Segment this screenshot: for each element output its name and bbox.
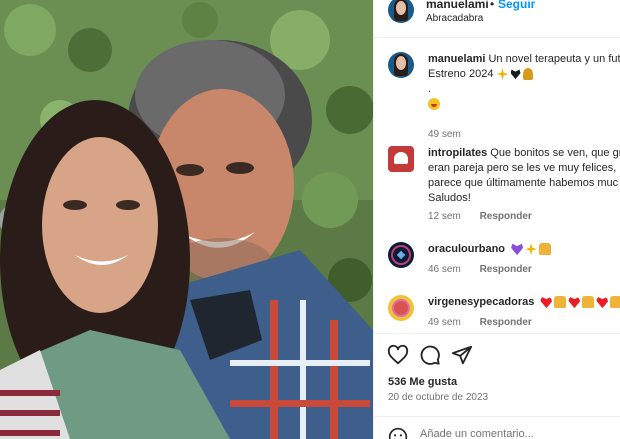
header-separator: • [490,0,495,11]
purple-heart-icon [511,243,524,256]
commenter-username[interactable]: intropilates [428,147,487,159]
likes-count[interactable]: 536 Me gusta [388,376,457,388]
sparkles-icon [496,68,509,81]
add-comment-bar [374,416,620,439]
comment-text-line: Saludos! [428,192,471,204]
photo-couple-selfie [0,0,373,439]
comment-time: 49 sem [428,317,461,328]
caption-author-avatar[interactable] [388,52,414,78]
smiling-face-icon [428,98,440,111]
sparkles-icon [525,243,538,256]
key-icon [522,68,533,81]
author-subtitle[interactable]: Abracadabra [426,13,483,24]
comment-meta: 46 sem Responder [428,264,532,275]
reply-button[interactable]: Responder [480,317,532,328]
comment-text-line: Que bonitos se ven, que gr [490,147,620,159]
post-actions: 536 Me gusta 20 de octubre de 2023 [374,333,620,439]
caption-text-line3: . [428,83,432,95]
caption-body: manuelami Un novel terapeuta y un fut Est… [428,52,620,112]
caption-username[interactable]: manuelami [428,53,485,65]
caption-text-line1: Un novel terapeuta y un fut [488,53,620,65]
commenter-avatar-oraculourbano[interactable] [388,242,414,268]
comments-list[interactable]: manuelami Un novel terapeuta y un fut Est… [374,38,620,333]
raising-hands-icon [582,296,595,309]
red-heart-icon [596,296,609,309]
like-heart-icon[interactable] [387,344,409,366]
raising-hands-icon [554,296,567,309]
post-photo [0,0,373,439]
reply-button[interactable]: Responder [480,264,532,275]
red-heart-icon [568,296,581,309]
comment-body: virgenesypecadoras [428,295,620,310]
comment-text-line: parece que últimamente habemos muc [428,177,619,189]
comment-body: intropilates Que bonitos se ven, que gr e… [428,146,620,206]
comment-meta: 49 sem Responder [428,317,532,328]
comment-body: oraculourbano [428,242,620,257]
caption-meta: 49 sem [428,129,461,140]
commenter-avatar-virgenesypecadoras[interactable] [388,295,414,321]
comment-time: 46 sem [428,264,461,275]
black-heart-icon [510,69,521,80]
emoji-smiley-icon[interactable] [388,427,408,439]
caption-text-line2: Estreno 2024 [428,68,494,80]
author-username[interactable]: manuelami [426,0,489,11]
share-paper-plane-icon[interactable] [451,344,473,366]
red-heart-icon [540,296,553,309]
comment-text-line: eran pareja pero se les ve muy felices, … [428,162,620,174]
reply-button[interactable]: Responder [480,211,532,222]
post-header: manuelami • Seguir Abracadabra [374,0,620,38]
commenter-avatar-intropilates[interactable] [388,146,414,172]
comment-meta: 12 sem Responder [428,211,532,222]
author-avatar[interactable] [388,0,414,23]
raising-hands-icon [539,243,552,256]
comment-input[interactable] [420,427,610,439]
follow-button[interactable]: Seguir [498,0,535,11]
raising-hands-icon [610,296,620,309]
caption-time: 49 sem [428,129,461,140]
post-date: 20 de octubre de 2023 [388,392,489,403]
comment-bubble-icon[interactable] [419,344,441,366]
commenter-username[interactable]: virgenesypecadoras [428,296,534,308]
commenter-username[interactable]: oraculourbano [428,243,505,255]
post-details-panel: manuelami • Seguir Abracadabra manuelami… [373,0,620,439]
comment-time: 12 sem [428,211,461,222]
